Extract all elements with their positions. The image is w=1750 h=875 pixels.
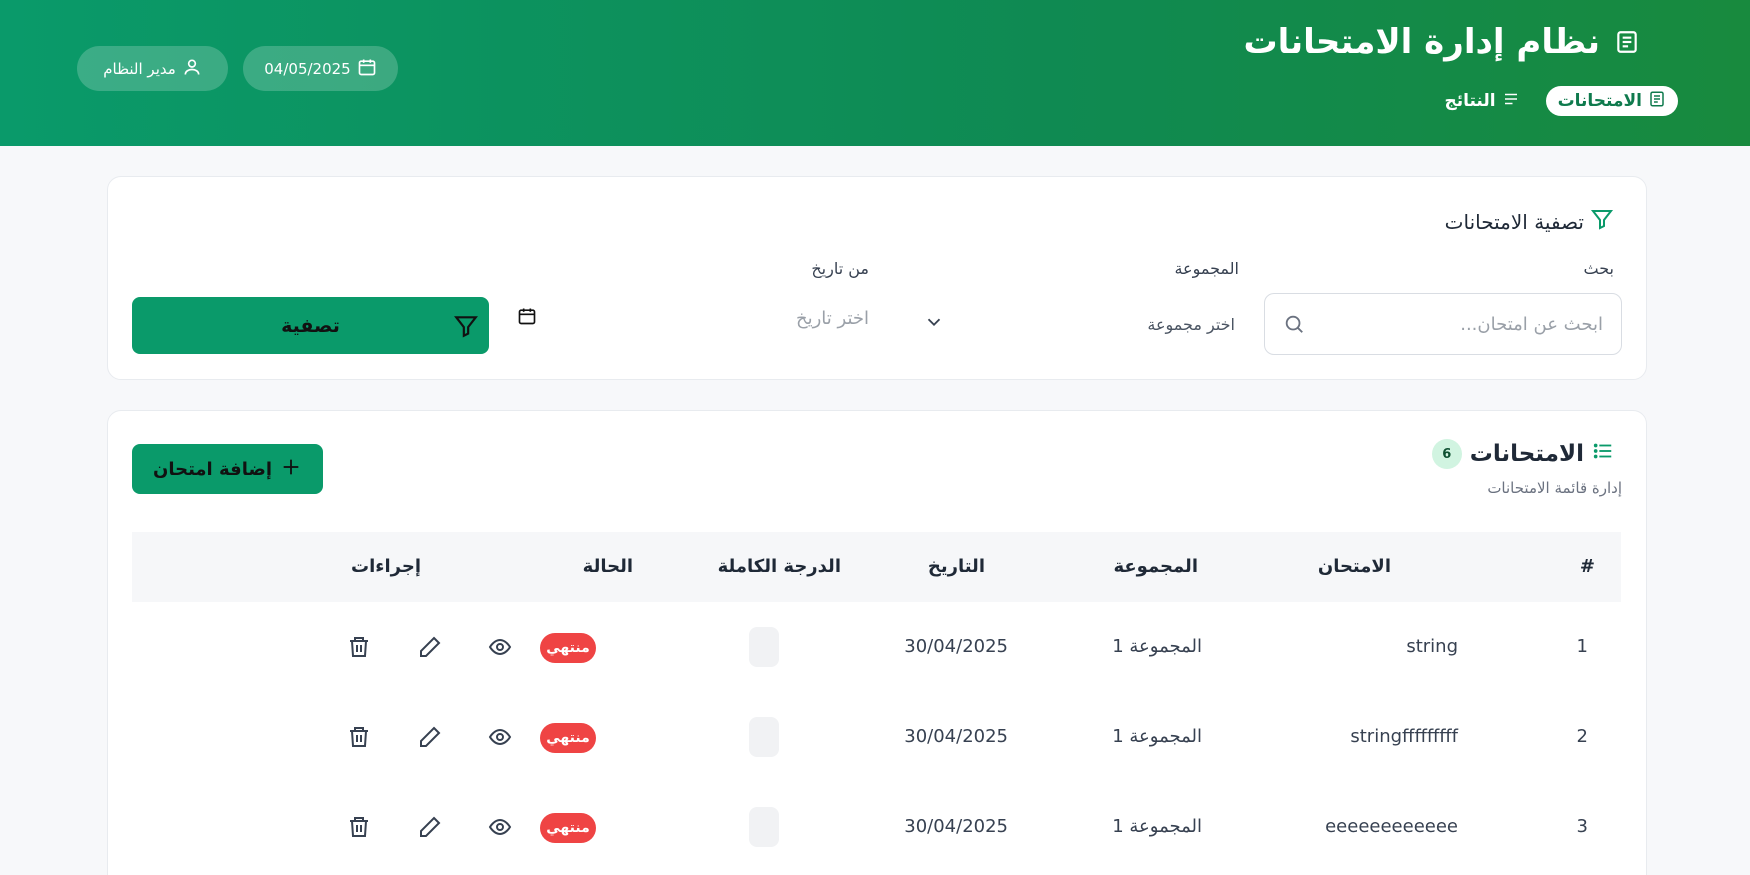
table-row: 2 stringfffffffff المجموعة 1 30/04/2025 …: [132, 692, 1621, 782]
table-row: 1 string المجموعة 1 30/04/2025 منتهي: [132, 602, 1621, 692]
group-select[interactable]: اختر مجموعة: [917, 293, 1249, 355]
calendar-icon: [357, 57, 377, 81]
trash-icon[interactable]: [347, 635, 371, 659]
eye-icon[interactable]: [488, 635, 512, 659]
search-input[interactable]: [1313, 313, 1603, 335]
row-score: [749, 807, 779, 847]
row-exam: string: [1406, 636, 1458, 657]
row-group: المجموعة 1: [1112, 636, 1202, 657]
list-icon: [1592, 440, 1614, 468]
search-field: [1264, 293, 1622, 355]
document-icon: [1648, 90, 1666, 113]
search-icon: [1283, 313, 1305, 335]
row-num: 2: [1576, 726, 1588, 747]
table-header: # الامتحان المجموعة التاريخ الدرجة الكام…: [132, 532, 1621, 602]
filter-icon: [1590, 207, 1614, 236]
calendar-icon[interactable]: [517, 306, 537, 331]
row-date: 30/04/2025: [904, 816, 1008, 837]
plus-icon: [280, 456, 302, 483]
filter-button-label: تصفية: [281, 314, 340, 337]
eye-icon[interactable]: [488, 725, 512, 749]
date-pill: 04/05/2025: [243, 46, 398, 91]
date-picker-placeholder: اختر تاريخ: [795, 307, 869, 329]
app-header: نظام إدارة الامتحانات الامتحانات النتائج…: [0, 0, 1750, 146]
row-num: 1: [1576, 636, 1588, 657]
group-select-value: اختر مجموعة: [1147, 314, 1235, 334]
filter-title: تصفية الامتحانات: [1445, 207, 1614, 236]
date-picker[interactable]: اختر تاريخ: [517, 293, 869, 343]
col-date: التاريخ: [927, 556, 985, 577]
trash-icon[interactable]: [347, 815, 371, 839]
user-icon: [182, 57, 202, 81]
row-exam: stringfffffffff: [1350, 726, 1458, 747]
pencil-icon[interactable]: [418, 635, 442, 659]
filter-title-text: تصفية الامتحانات: [1444, 209, 1584, 234]
status-badge: منتهي: [540, 633, 596, 663]
add-exam-button[interactable]: إضافة امتحان: [132, 444, 323, 494]
exams-count-badge: 6: [1431, 439, 1462, 469]
app-title-text: نظام إدارة الامتحانات: [1243, 22, 1600, 62]
filter-icon: [453, 313, 479, 339]
exams-title-text: الامتحانات: [1469, 441, 1584, 467]
exams-subtitle: إدارة قائمة الامتحانات: [1487, 479, 1622, 497]
search-label: بحث: [1583, 259, 1615, 278]
eye-icon[interactable]: [488, 815, 512, 839]
table-row: 3 eeeeeeeeeeee المجموعة 1 30/04/2025 منت…: [132, 782, 1621, 872]
row-num: 3: [1576, 816, 1588, 837]
exams-title: الامتحانات 6: [1431, 439, 1614, 469]
document-icon: [1614, 29, 1640, 55]
tab-results-label: النتائج: [1444, 91, 1496, 111]
row-group: المجموعة 1: [1112, 816, 1202, 837]
row-score: [749, 627, 779, 667]
status-badge: منتهي: [540, 813, 596, 843]
list-icon: [1502, 90, 1520, 113]
filter-card: تصفية الامتحانات بحث المجموعة من تاريخ ا…: [107, 176, 1647, 380]
current-date: 04/05/2025: [264, 59, 351, 78]
app-title: نظام إدارة الامتحانات: [1243, 22, 1640, 62]
status-badge: منتهي: [540, 723, 596, 753]
date-label: من تاريخ: [811, 259, 869, 278]
tab-exams-label: الامتحانات: [1557, 91, 1642, 111]
col-exam: الامتحان: [1317, 556, 1391, 577]
add-exam-label: إضافة امتحان: [152, 458, 273, 480]
row-date: 30/04/2025: [904, 726, 1008, 747]
tab-results[interactable]: النتائج: [1432, 86, 1531, 116]
main-nav: الامتحانات النتائج: [1432, 86, 1678, 116]
chevron-down-icon: [923, 311, 945, 337]
user-pill[interactable]: مدير النظام: [77, 46, 228, 91]
col-num: #: [1579, 556, 1595, 577]
col-group: المجموعة: [1113, 556, 1198, 577]
tab-exams[interactable]: الامتحانات: [1545, 86, 1678, 116]
exams-card: الامتحانات 6 إدارة قائمة الامتحانات إضاف…: [107, 410, 1647, 875]
row-date: 30/04/2025: [904, 636, 1008, 657]
row-group: المجموعة 1: [1112, 726, 1202, 747]
filter-button[interactable]: تصفية: [132, 297, 489, 354]
group-label: المجموعة: [1174, 259, 1239, 278]
pencil-icon[interactable]: [418, 815, 442, 839]
user-name: مدير النظام: [103, 59, 176, 78]
row-exam: eeeeeeeeeeee: [1325, 816, 1458, 837]
col-score: الدرجة الكاملة: [717, 556, 841, 577]
col-actions: إجراءات: [351, 556, 421, 577]
col-status: الحالة: [582, 556, 633, 577]
trash-icon[interactable]: [347, 725, 371, 749]
pencil-icon[interactable]: [418, 725, 442, 749]
row-score: [749, 717, 779, 757]
